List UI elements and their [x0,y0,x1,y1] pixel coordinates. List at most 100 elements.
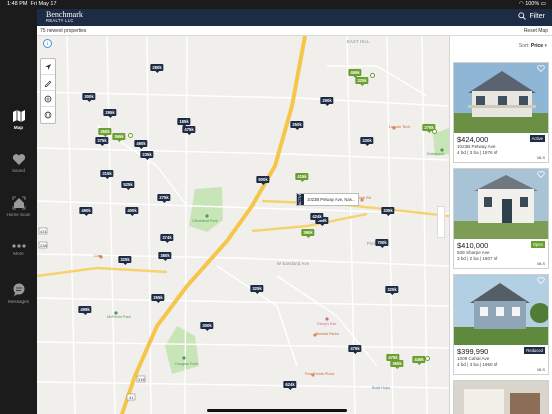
price-pin[interactable]: 475k [182,126,196,135]
mls-logo: MLS [537,368,545,372]
price-pin[interactable]: 499k [78,306,92,315]
price-pin[interactable]: 490k [79,207,93,216]
price-pin[interactable]: 424k [310,213,324,222]
map-tools [40,58,56,124]
price-pin[interactable]: 350k [390,360,404,369]
listing-photo [454,169,548,239]
status-time: 1:48 PM [7,1,28,7]
price-pin[interactable]: 350k [98,128,112,137]
nav-more-label: More [13,251,24,256]
price-pin[interactable]: 624k [283,381,297,390]
price-pin[interactable]: 390k [301,229,315,238]
filter-button[interactable]: Filter [518,12,545,20]
price-pin[interactable]: 490k [134,140,148,149]
battery-indicator: ◠ 100% ▭ [518,1,546,7]
price-pin[interactable]: 400k [125,207,139,216]
price-pin[interactable]: 275k [157,194,171,203]
poi-cleveland-park: Cleveland Park [192,219,218,223]
price-pin[interactable]: 185k [177,118,191,127]
price-pin[interactable]: 330k [360,137,374,146]
poi-lincoln-tech: Lincoln Tech [389,125,411,129]
tab-sidebar: Map Saved Home Scan More Messages [0,9,37,414]
nav-messages[interactable]: Messages [0,283,37,304]
price-pin[interactable]: 250k [290,121,304,130]
listing-meta: 4 bd | 3 ba | 1976 sf [457,150,498,155]
nav-more[interactable]: More [0,243,37,256]
listing-card[interactable]: Reduced $399,990 1009 Cahal Ave 4 bd | 3… [453,274,549,375]
price-pin[interactable]: 325k [118,256,132,265]
price-pin[interactable]: 445k [412,356,426,365]
price-pin[interactable]: 290k [320,97,334,106]
price-pin[interactable]: 525k [121,181,135,190]
price-pin[interactable]: 235k [140,151,154,160]
brand-logo: Benchmark REALTY LLC [46,11,83,24]
listing-dot[interactable] [425,356,430,361]
listing-card[interactable]: Active $424,000 1023B Petway Ave 4 bd | … [453,62,549,163]
poi-mcferrin-park: McFerrin Park [107,315,131,319]
reset-map-button[interactable]: Reset Map [524,26,548,36]
map-view[interactable]: 431 238 31E 41 EAST HILL W Eastland Ave … [37,36,449,414]
price-pin[interactable]: 295k [103,109,117,118]
chevron-down-icon: ▾ [544,43,547,49]
road-label-eastland: W Eastland Ave [277,261,310,266]
price-pin[interactable]: 374k [160,234,174,243]
radius-button[interactable] [41,91,55,107]
save-heart-icon[interactable] [537,171,545,178]
poi-diceys-bar: Dicey's Bar [317,322,337,326]
price-pin[interactable]: 500k [256,176,270,185]
price-pin[interactable]: 415k [295,173,309,182]
poi-cafe: Cafe [94,254,103,258]
nav-map[interactable]: Map [0,109,37,130]
status-badge: Active [529,135,545,142]
pencil-icon [44,80,52,87]
info-icon[interactable]: i [43,39,52,48]
nav-home-scan-label: Home Scan [6,212,31,217]
price-pin[interactable]: 315k [100,170,114,179]
price-pin[interactable]: 365k [112,133,126,142]
nav-map-label: Map [13,125,24,130]
svg-text:41: 41 [129,395,134,400]
price-pin[interactable]: 300k [200,322,214,331]
locate-button[interactable] [41,59,55,75]
wifi-icon: ◠ [518,1,524,7]
price-pin[interactable]: 255k [151,294,165,303]
price-pin[interactable]: 325k [250,285,264,294]
heart-icon [12,154,25,165]
listing-dot[interactable] [432,129,437,134]
listing-dot[interactable] [370,73,375,78]
price-pin[interactable]: 325k [355,77,369,86]
price-pin[interactable]: 325k [385,286,399,295]
map-scale-control[interactable] [437,206,445,238]
listing-card-partial[interactable] [453,380,549,414]
listing-dot[interactable] [128,133,133,138]
price-pin[interactable]: 335k [381,207,395,216]
mls-logo: MLS [537,262,545,266]
price-pin[interactable]: 375k [95,137,109,146]
callout-status-tag: ACTIVE [297,193,304,205]
listing-callout[interactable]: ACTIVE 1023B Petway Ave, Nas... [296,193,360,206]
chat-icon [13,283,24,296]
price-pin[interactable]: 700k [375,239,389,248]
search-icon [518,12,527,20]
nav-messages-label: Messages [8,299,29,304]
poi-douglas-park: Douglas Park [175,362,198,366]
poi-barista-parlor: Barista Parlor [316,332,340,336]
map-type-button[interactable] [41,107,55,123]
listing-card[interactable]: Open $410,000 939 Sharpe Ave 3 bd | 2 ba… [453,168,549,269]
status-bar: 1:48 PM Fri May 17 ◠ 100% ▭ [0,0,552,9]
nav-saved[interactable]: Saved [0,153,37,173]
price-pin[interactable]: 300k [82,93,96,102]
sort-control[interactable]: Sort: Price ▾ [450,36,552,57]
save-heart-icon[interactable] [537,277,545,284]
listing-photo [454,275,548,345]
save-heart-icon[interactable] [537,65,545,72]
price-pin[interactable]: 475k [348,345,362,354]
nav-home-scan[interactable]: Home Scan [0,196,37,217]
price-pin[interactable]: 455k [348,69,362,78]
status-badge: Reduced [524,347,545,354]
poi-eastwood: Eastwood [427,152,444,156]
draw-button[interactable] [41,75,55,91]
price-pin[interactable]: 380k [158,252,172,261]
price-pin[interactable]: 280k [150,64,164,73]
callout-address: 1023B Petway Ave, Nas... [307,197,356,202]
